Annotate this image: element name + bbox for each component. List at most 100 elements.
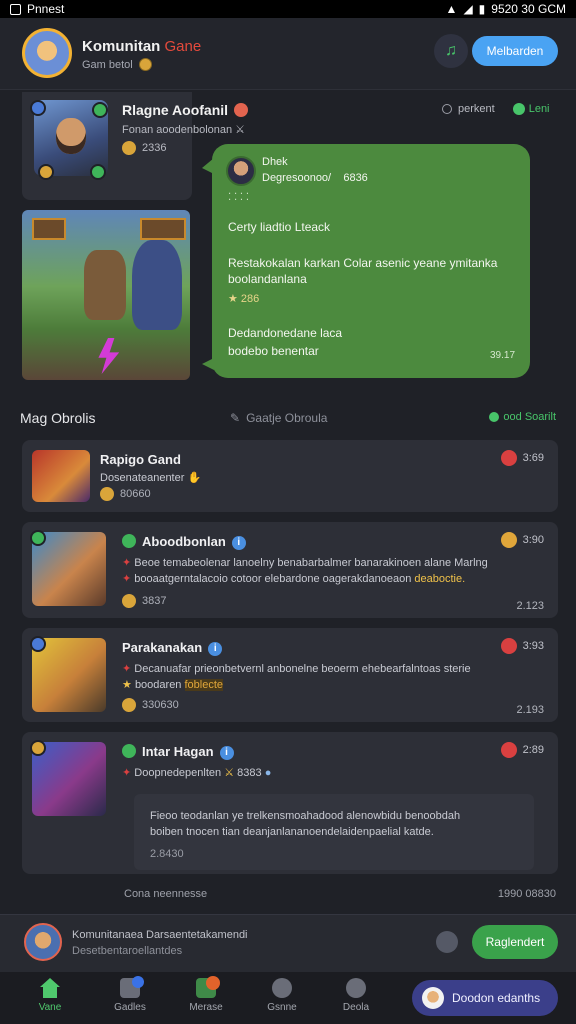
- chat-preview-text: Dosenateanenter: [100, 472, 185, 484]
- chat-name: Aboodbonlan i: [122, 534, 246, 550]
- app-header: Komunitan Gane Gam betol ♫ Melbarden: [0, 18, 576, 90]
- bubble-line-4: boolandanlana: [228, 272, 307, 286]
- chat-section-header: Mag Obrolis ✎ Gaatje Obroula ood Soarilt: [20, 408, 560, 428]
- bell-icon: ♫: [445, 42, 457, 59]
- section-action-label: ood Soarilt: [503, 411, 556, 423]
- status-bar: Pnnest ▲ ◢ ▮ 9520 30 GCM: [0, 0, 576, 18]
- featured-name[interactable]: Rlagne Aoofanil: [122, 102, 249, 118]
- notification-button[interactable]: ♫: [434, 34, 468, 68]
- community-logo[interactable]: [22, 28, 72, 78]
- chat-preview: ✦ Beoe temabeolenar lanoelny benabarbalm…: [122, 556, 488, 569]
- featured-subtitle: Fonan aoodenbolonan ⚔: [122, 123, 245, 136]
- battery-icon: ▮: [478, 2, 486, 16]
- chat-meta-value: 80660: [120, 488, 151, 500]
- pin-icon: ✎: [230, 411, 241, 425]
- chat-meta-value: 330630: [142, 699, 179, 711]
- bubble-handle: Degresoonoo/ 6836: [262, 172, 368, 184]
- bubble-line-3: Restakokalan karkan Colar asenic yeane y…: [228, 256, 498, 270]
- nav-item-profile[interactable]: Gsnne: [252, 978, 312, 1013]
- online-badge-icon: [30, 530, 46, 546]
- nav-item-home[interactable]: Vane: [20, 978, 80, 1013]
- chat-name-text: Aboodbonlan: [142, 534, 226, 549]
- nav-item-explore[interactable]: Deola: [326, 978, 386, 1013]
- footer-note-left: Cona neennesse: [124, 888, 208, 900]
- chat-preview-line-2: booaatgerntalacoio cotoor elebardone oag…: [134, 573, 412, 585]
- section-filter[interactable]: ✎ Gaatje Obroula: [230, 411, 327, 425]
- chat-item-expanded[interactable]: Intar Hagan i ✦ Doopnedepenlten ⚔ 8383 ● …: [22, 732, 558, 874]
- star-icon: ★: [122, 679, 132, 691]
- support-avatar: [422, 987, 444, 1009]
- send-button[interactable]: Raglendert: [472, 925, 558, 959]
- verified-icon: [122, 534, 136, 548]
- chat-preview: Dosenateanenter ✋: [100, 471, 201, 484]
- featured-name-text: Rlagne Aoofanil: [122, 102, 229, 118]
- chat-preview-line-2: boodaren: [134, 679, 182, 691]
- coin-icon: [122, 594, 136, 608]
- nav-item-store[interactable]: Gadles: [100, 976, 160, 1013]
- chat-preview: ✦ Doopnedepenlten ⚔ 8383 ●: [122, 766, 271, 779]
- title-accent: Gane: [164, 38, 202, 55]
- message-body-line-2: boiben tnocen tian deanjanlananoendelaid…: [150, 826, 434, 838]
- bubble-star-row: ★ 286: [228, 293, 260, 305]
- chat-unread: 3:93: [500, 638, 544, 654]
- rank-badge-icon: [30, 100, 46, 116]
- artwork-hero-knight: [132, 240, 182, 330]
- user-avatar[interactable]: [24, 923, 62, 961]
- section-filter-label: Gaatje Obroula: [246, 411, 328, 425]
- chat-preview-line-1: Beoe temabeolenar lanoelny benabarbalmer…: [134, 557, 488, 569]
- nav-item-messages[interactable]: Merase: [176, 976, 236, 1013]
- chat-date: 2.193: [516, 704, 544, 716]
- verified-icon: [122, 744, 136, 758]
- page-title: Komunitan Gane: [82, 38, 201, 55]
- chat-preview-count: 8383: [237, 767, 262, 779]
- live-indicator[interactable]: Leni: [512, 103, 550, 115]
- level-badge-icon: [30, 740, 46, 756]
- online-badge-icon: [92, 102, 108, 118]
- section-action[interactable]: ood Soarilt: [489, 411, 556, 423]
- chat-item[interactable]: Rapigo Gand Dosenateanenter ✋ 80660 3:69: [22, 440, 558, 512]
- message-bubble[interactable]: Dhek Degresoonoo/ 6836 ⁚ ⁚ ⁚ ⁚ Certy lia…: [202, 144, 530, 378]
- artwork-frame-right: [140, 218, 186, 240]
- featured-sub-text: Fonan aoodenbolonan: [122, 124, 233, 136]
- composer-bar: Komunitanaea Darsaentetakamendi Desetben…: [0, 914, 576, 972]
- live-label: Leni: [528, 103, 550, 115]
- message-count-badge-icon: [206, 976, 220, 990]
- info-icon: i: [208, 642, 223, 656]
- emoji-icon[interactable]: [436, 931, 458, 953]
- message-body-meta: 2.8430: [150, 848, 184, 860]
- gem-icon: ✦: [122, 767, 132, 779]
- online-label: perkent: [458, 103, 495, 115]
- bubble-avatar: [226, 156, 256, 186]
- chat-unread: 3:90: [500, 532, 544, 548]
- chat-preview-line-1: Doopnedepenlten: [134, 767, 222, 779]
- chat-item[interactable]: Parakanakan i ✦ Decanuafar prieonbetvernl…: [22, 628, 558, 722]
- bubble-line-7: bodebo benentar: [228, 344, 319, 358]
- chat-meta: 330630: [122, 698, 179, 712]
- nav-label-profile: Gsnne: [267, 1002, 297, 1013]
- join-button[interactable]: Melbarden: [472, 36, 558, 66]
- sword-icon: ⚔: [224, 767, 235, 779]
- status-badge-icon: [90, 164, 106, 180]
- unread-badge-icon: [500, 450, 517, 466]
- nav-label-home: Vane: [38, 1002, 62, 1013]
- game-artwork-image[interactable]: [22, 210, 190, 380]
- chat-item[interactable]: Aboodbonlan i ✦ Beoe temabeolenar lanoeln…: [22, 522, 558, 618]
- heart-icon: [234, 103, 249, 117]
- gem-icon: ✦: [122, 557, 132, 569]
- subtitle-text: Gam betol: [82, 58, 133, 71]
- composer-input[interactable]: Desetbentaroellantdes: [72, 945, 182, 957]
- signal-icon: ◢: [463, 2, 473, 16]
- bubble-icon: ●: [264, 767, 272, 779]
- chat-preview: ✦ Decanuafar prieonbetvernl anbonelne be…: [122, 662, 471, 675]
- wave-icon: ✋: [187, 472, 202, 484]
- chat-name-text: Parakanakan: [122, 640, 203, 655]
- page-subtitle: Gam betol: [82, 58, 152, 71]
- artwork-frame-left: [32, 218, 66, 240]
- chat-highlight: foblecte: [184, 679, 224, 691]
- support-button[interactable]: Doodon edanths: [412, 980, 558, 1016]
- chat-time: 3:93: [522, 640, 544, 652]
- live-dot-icon: [512, 103, 525, 115]
- gem-icon: ✦: [122, 573, 132, 585]
- title-main: Komunitan: [82, 38, 161, 55]
- message-body-panel: Fieoo teodanlan ye trelkensmoahadood ale…: [134, 794, 534, 870]
